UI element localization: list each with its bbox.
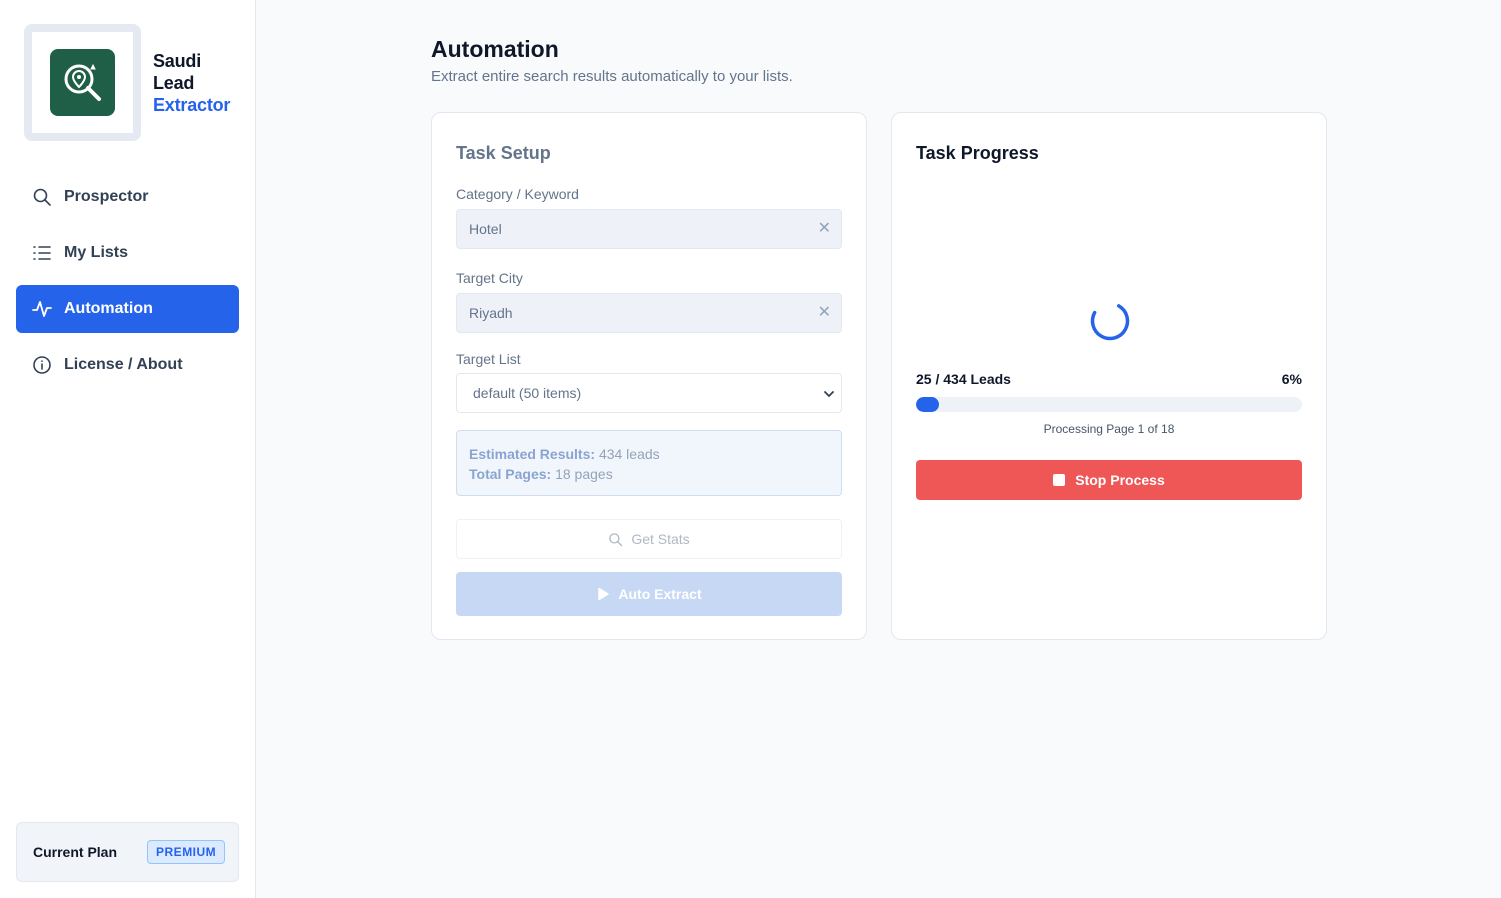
stop-icon — [1053, 474, 1066, 486]
task-progress-title: Task Progress — [916, 143, 1039, 163]
task-setup-card: Task Setup Category / Keyword Hotel ✕ Ta… — [431, 112, 867, 640]
city-value: Riyadh — [469, 305, 513, 321]
brand-line-1: Saudi — [153, 50, 202, 71]
search-icon — [33, 188, 51, 206]
auto-extract-label: Auto Extract — [618, 586, 702, 602]
clear-city-icon[interactable]: ✕ — [818, 304, 831, 322]
estimated-value: 434 leads — [598, 446, 660, 462]
plan-badge: PREMIUM — [147, 840, 226, 864]
sidebar-item-license-about[interactable]: License / About — [16, 341, 239, 389]
keyword-value: Hotel — [469, 221, 502, 237]
loading-spinner-icon — [1090, 301, 1130, 341]
progress-bar — [916, 397, 1302, 412]
list-label: Target List — [456, 351, 521, 367]
logo — [24, 24, 141, 141]
location-search-icon — [50, 49, 115, 116]
sidebar-item-label: Automation — [64, 300, 153, 317]
estimated-results-row: Estimated Results: 434 leads — [469, 444, 829, 464]
get-stats-button[interactable]: Get Stats — [456, 519, 842, 559]
total-pages-row: Total Pages: 18 pages — [469, 464, 829, 484]
clear-keyword-icon[interactable]: ✕ — [818, 220, 831, 238]
city-label: Target City — [456, 270, 523, 286]
plan-label: Current Plan — [33, 844, 118, 860]
sidebar-item-automation[interactable]: Automation — [16, 285, 239, 333]
pages-label: Total Pages: — [469, 466, 552, 482]
task-setup-title: Task Setup — [456, 143, 551, 163]
activity-icon — [32, 301, 52, 317]
target-list-select[interactable]: default (50 items) — [456, 373, 842, 413]
page-subtitle: Extract entire search results automatica… — [431, 68, 793, 85]
progress-percent: 6% — [1281, 371, 1302, 387]
chevron-down-icon — [824, 391, 834, 398]
brand: Saudi Lead Extractor — [24, 24, 230, 141]
brand-name: Saudi Lead Extractor — [153, 50, 230, 116]
sidebar-item-label: License / About — [64, 356, 183, 373]
sidebar-item-prospector[interactable]: Prospector — [16, 173, 239, 221]
sidebar-item-my-lists[interactable]: My Lists — [16, 229, 239, 277]
stop-process-button[interactable]: Stop Process — [916, 460, 1302, 500]
info-icon — [33, 356, 51, 374]
play-icon — [598, 587, 610, 601]
stop-process-label: Stop Process — [1075, 472, 1165, 488]
keyword-label: Category / Keyword — [456, 186, 579, 202]
sidebar-item-label: My Lists — [64, 244, 129, 261]
keyword-input[interactable]: Hotel ✕ — [456, 209, 842, 249]
pages-value: 18 pages — [555, 466, 613, 482]
brand-line-2: Lead — [153, 72, 195, 93]
sidebar-item-label: Prospector — [64, 188, 149, 205]
current-plan: Current Plan PREMIUM — [16, 822, 239, 882]
target-list-value: default (50 items) — [473, 385, 582, 401]
city-input[interactable]: Riyadh ✕ — [456, 293, 842, 333]
estimated-label: Estimated Results: — [469, 446, 596, 462]
search-icon — [609, 532, 623, 546]
list-icon — [33, 246, 51, 260]
brand-line-3: Extractor — [153, 94, 231, 115]
auto-extract-button[interactable]: Auto Extract — [456, 572, 842, 616]
leads-count: 25 / 434 Leads — [916, 371, 1011, 387]
task-progress-card: Task Progress 25 / 434 Leads 6% Processi… — [891, 112, 1327, 640]
sidebar-nav: Prospector My Lists Automation License /… — [16, 173, 239, 397]
get-stats-label: Get Stats — [631, 531, 690, 547]
page-title: Automation — [431, 36, 559, 62]
progress-status: Processing Page 1 of 18 — [1043, 422, 1175, 436]
stats-info-box: Estimated Results: 434 leads Total Pages… — [456, 430, 842, 496]
sidebar: Saudi Lead Extractor Prospector My Lists… — [0, 0, 256, 898]
progress-bar-fill — [916, 397, 940, 412]
